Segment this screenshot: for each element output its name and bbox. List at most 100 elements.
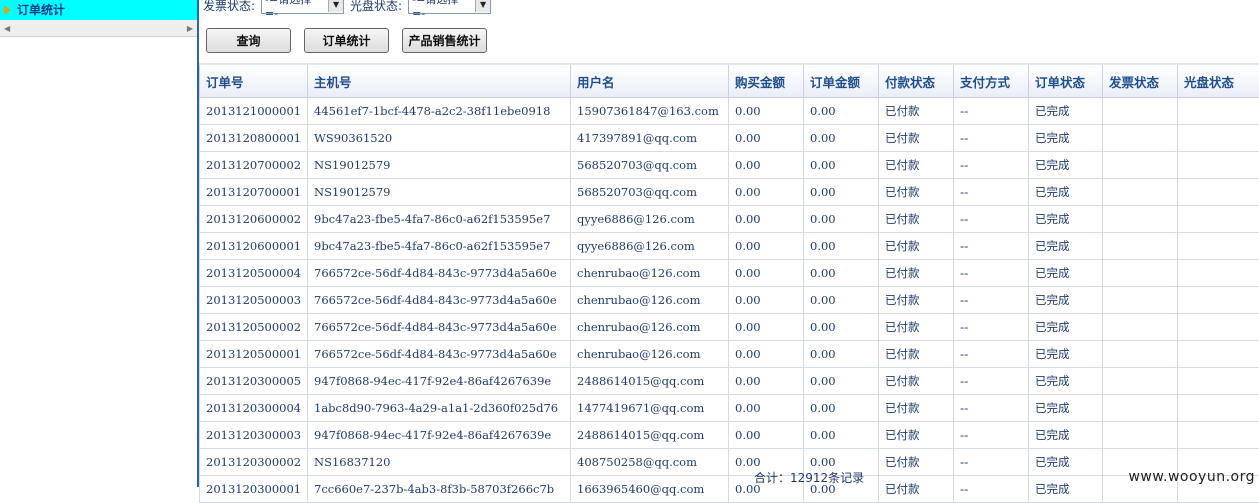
table-cell: 947f0868-94ec-417f-92e4-86af4267639e [308,368,571,395]
table-cell: 已完成 [1029,152,1103,179]
table-row[interactable]: 2013120300002NS16837120408750258@qq.com0… [200,449,1259,476]
table-cell: 已完成 [1029,125,1103,152]
table-cell: 已完成 [1029,179,1103,206]
query-button[interactable]: 查询 [206,28,291,53]
table-cell: 已付款 [879,98,954,125]
table-cell: 2013120600002 [200,206,308,233]
table-row[interactable]: 20131206000029bc47a23-fbe5-4fa7-86c0-a62… [200,206,1259,233]
table-header-row: 订单号 主机号 用户名 购买金额 订单金额 付款状态 支付方式 订单状态 发票状… [200,64,1259,98]
column-header[interactable]: 发票状态 [1103,64,1178,98]
table-row[interactable]: 2013120300003947f0868-94ec-417f-92e4-86a… [200,422,1259,449]
table-cell: -- [954,341,1029,368]
column-header[interactable]: 购买金额 [729,64,804,98]
invoice-status-select[interactable]: -=请选择=- ▼ [261,0,344,14]
table-cell: 0.00 [804,152,879,179]
table-row[interactable]: 20131203000041abc8d90-7963-4a29-a1a1-2d3… [200,395,1259,422]
table-cell: 已完成 [1029,98,1103,125]
table-cell [1178,341,1259,368]
table-cell: 0.00 [804,341,879,368]
table-cell [1103,179,1178,206]
table-cell: 0.00 [729,260,804,287]
table-cell: 44561ef7-1bcf-4478-a2c2-38f11ebe0918 [308,98,571,125]
table-row[interactable]: 2013120700002NS19012579568520703@qq.com0… [200,152,1259,179]
sidebar-item-order-stats[interactable]: 订单统计 [0,0,197,20]
column-header[interactable]: 订单号 [200,64,308,98]
table-cell: 已付款 [879,260,954,287]
table-cell: -- [954,287,1029,314]
table-cell: -- [954,152,1029,179]
disc-status-label: 光盘状态: [350,0,402,14]
table-cell: qyye6886@126.com [571,206,729,233]
table-cell: 15907361847@163.com [571,98,729,125]
table-cell [1178,368,1259,395]
column-header[interactable]: 订单状态 [1029,64,1103,98]
chevron-down-icon[interactable]: ▼ [475,0,490,12]
column-header[interactable]: 主机号 [308,64,571,98]
table-cell: 已完成 [1029,449,1103,476]
sidebar-horizontal-scrollbar[interactable]: ◀ ▶ [0,20,197,37]
table-cell: 已付款 [879,395,954,422]
table-cell [1103,152,1178,179]
table-cell [1178,422,1259,449]
column-header[interactable]: 订单金额 [804,64,879,98]
table-cell: chenrubao@126.com [571,341,729,368]
table-cell: 766572ce-56df-4d84-843c-9773d4a5a60e [308,260,571,287]
table-row[interactable]: 2013120500002766572ce-56df-4d84-843c-977… [200,314,1259,341]
table-cell: 已付款 [879,206,954,233]
sidebar-item-label: 订单统计 [17,0,65,20]
table-cell [1103,260,1178,287]
table-cell: NS19012579 [308,152,571,179]
column-header[interactable]: 光盘状态 [1178,64,1259,98]
scroll-left-icon[interactable]: ◀ [4,24,10,33]
table-cell [1178,152,1259,179]
table-cell [1178,260,1259,287]
table-cell: 2013120700002 [200,152,308,179]
table-cell: 0.00 [729,233,804,260]
scroll-right-icon[interactable]: ▶ [187,24,193,33]
table-cell: 0.00 [729,179,804,206]
table-row[interactable]: 2013120500004766572ce-56df-4d84-843c-977… [200,260,1259,287]
disc-status-select[interactable]: -=请选择=- ▼ [408,0,491,14]
table-cell: NS19012579 [308,179,571,206]
table-cell: 2013120300002 [200,449,308,476]
table-row[interactable]: 2013120700001NS19012579568520703@qq.com0… [200,179,1259,206]
table-cell: chenrubao@126.com [571,314,729,341]
table-cell: 2013120300001 [200,476,308,503]
table-cell: 0.00 [729,152,804,179]
table-cell: 已付款 [879,179,954,206]
table-cell: 2013120700001 [200,179,308,206]
column-header[interactable]: 付款状态 [879,64,954,98]
table-row[interactable]: 2013120800001WS90361520417397891@qq.com0… [200,125,1259,152]
table-cell: 0.00 [729,395,804,422]
table-cell: 已完成 [1029,368,1103,395]
table-cell [1178,287,1259,314]
table-cell: 已完成 [1029,233,1103,260]
table-row[interactable]: 2013120500003766572ce-56df-4d84-843c-977… [200,287,1259,314]
chevron-down-icon[interactable]: ▼ [328,0,343,12]
table-row[interactable]: 2013120300005947f0868-94ec-417f-92e4-86a… [200,368,1259,395]
table-row[interactable]: 20131206000019bc47a23-fbe5-4fa7-86c0-a62… [200,233,1259,260]
table-cell: 766572ce-56df-4d84-843c-9773d4a5a60e [308,314,571,341]
table-row[interactable]: 201312100000144561ef7-1bcf-4478-a2c2-38f… [200,98,1259,125]
table-cell: -- [954,206,1029,233]
table-cell: 1abc8d90-7963-4a29-a1a1-2d360f025d76 [308,395,571,422]
product-sales-stats-button[interactable]: 产品销售统计 [402,28,487,53]
table-cell: chenrubao@126.com [571,287,729,314]
table-cell: 766572ce-56df-4d84-843c-9773d4a5a60e [308,287,571,314]
table-cell: 0.00 [729,125,804,152]
table-cell: 2013120300003 [200,422,308,449]
table-cell: 0.00 [804,98,879,125]
table-row[interactable]: 2013120500001766572ce-56df-4d84-843c-977… [200,341,1259,368]
order-stats-button[interactable]: 订单统计 [304,28,389,53]
table-cell [1103,368,1178,395]
table-cell: qyye6886@126.com [571,233,729,260]
column-header[interactable]: 支付方式 [954,64,1029,98]
table-cell: 已完成 [1029,341,1103,368]
column-header[interactable]: 用户名 [571,64,729,98]
table-cell: 2013121000001 [200,98,308,125]
table-cell: 2013120500004 [200,260,308,287]
table-cell: 2013120800001 [200,125,308,152]
table-cell [1103,206,1178,233]
table-row[interactable]: 20131203000017cc660e7-237b-4ab3-8f3b-587… [200,476,1259,503]
table-cell: 9bc47a23-fbe5-4fa7-86c0-a62f153595e7 [308,233,571,260]
